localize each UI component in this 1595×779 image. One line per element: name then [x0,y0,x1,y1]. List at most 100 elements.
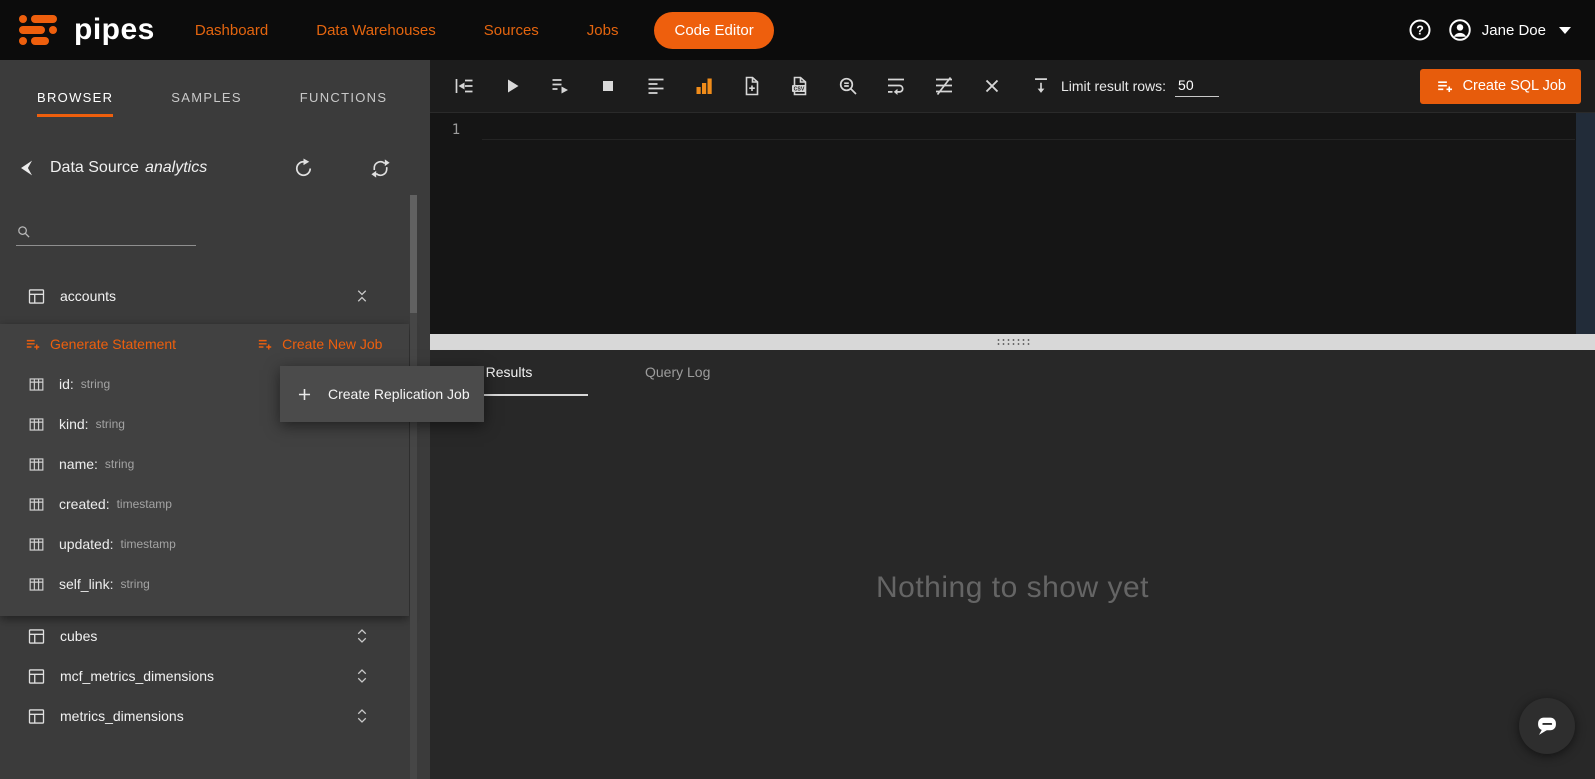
code-editor[interactable]: 1 [430,112,1595,334]
expand-button[interactable] [353,667,371,685]
close-icon [980,74,1004,98]
column-row[interactable]: created: timestamp [0,484,409,524]
code-editor-button[interactable]: Code Editor [654,12,773,49]
datasource-header: Data Source analytics [0,153,430,183]
results-tabs: Results Query Log [430,350,1595,396]
stop-button[interactable] [584,66,632,106]
close-editor-button[interactable] [968,66,1016,106]
table-icon [26,286,47,307]
run-script-button[interactable] [536,66,584,106]
column-icon [27,415,46,434]
code-content[interactable] [482,113,1575,334]
empty-message: Nothing to show yet [876,571,1149,605]
column-icon [27,575,46,594]
refresh-button[interactable] [292,157,315,180]
arrow-back-icon [16,157,38,179]
refresh-icon [292,157,315,180]
chat-button[interactable] [1519,698,1575,754]
tab-browser[interactable]: BROWSER [37,90,113,117]
column-row[interactable]: self_link: string [0,564,409,604]
script-play-icon [548,74,572,98]
column-name: created: [59,496,110,512]
sidebar-search-input[interactable] [40,223,188,239]
sidebar-tabs: BROWSER SAMPLES FUNCTIONS [0,60,430,117]
collapse-panel-button[interactable] [440,66,488,106]
datasource-actions [292,157,430,180]
svg-text:CSV: CSV [794,86,805,92]
create-sql-job-label: Create SQL Job [1463,78,1566,94]
sidebar-scrollbar-thumb[interactable] [410,195,417,313]
collapse-button[interactable] [353,287,371,305]
add-file-icon [740,74,764,98]
play-icon [500,74,524,98]
back-button[interactable] [16,157,38,179]
column-icon [27,535,46,554]
nav-dashboard[interactable]: Dashboard [195,22,268,39]
tree-item-label: metrics_dimensions [60,708,184,724]
line-number: 1 [452,122,460,138]
column-type: string [105,457,134,471]
playlist-add-icon [24,336,41,353]
playlist-add-icon [256,336,273,353]
tree-item-cubes[interactable]: cubes [0,616,430,656]
expand-button[interactable] [353,707,371,725]
editor-area: CSV [430,60,1595,779]
column-type: timestamp [121,537,176,551]
tree-item-accounts[interactable]: accounts [0,276,430,316]
create-sql-job-button[interactable]: Create SQL Job [1420,69,1581,104]
nav-jobs[interactable]: Jobs [587,22,619,39]
sync-button[interactable] [369,157,392,180]
tab-samples[interactable]: SAMPLES [171,90,242,117]
tab-functions[interactable]: FUNCTIONS [300,90,388,117]
column-type: timestamp [117,497,172,511]
column-row[interactable]: updated: timestamp [0,524,409,564]
bar-chart-icon [692,74,716,98]
format-sql-button[interactable] [632,66,680,106]
tab-query-log[interactable]: Query Log [635,350,720,396]
column-name: self_link: [59,576,113,592]
brand-name: pipes [74,15,155,45]
user-menu[interactable]: Jane Doe [1447,17,1571,43]
new-file-button[interactable] [728,66,776,106]
export-csv-button[interactable]: CSV [776,66,824,106]
avatar-icon [1447,17,1473,43]
chat-icon [1532,711,1562,741]
tree-item-metrics-dimensions[interactable]: metrics_dimensions [0,696,430,736]
no-wrap-button[interactable] [920,66,968,106]
word-wrap-button[interactable] [872,66,920,106]
search-query-button[interactable] [824,66,872,106]
tree-item-mcf-metrics-dimensions[interactable]: mcf_metrics_dimensions [0,656,430,696]
pipes-logo-icon [18,13,64,47]
plus-icon [295,385,314,404]
column-type: string [120,577,149,591]
sidebar-scrollbar-track[interactable] [410,195,417,779]
expand-button[interactable] [353,627,371,645]
limit-rows-label: Limit result rows: [1061,78,1166,94]
collapse-left-icon [452,74,476,98]
results-panel: Results Query Log Nothing to show yet [430,350,1595,779]
run-query-button[interactable] [488,66,536,106]
tree-item-label: cubes [60,628,97,644]
help-button[interactable]: ? [1407,17,1433,43]
column-name: id: [59,376,74,392]
chart-button[interactable] [680,66,728,106]
editor-scrollbar[interactable] [1576,113,1595,334]
create-job-menu: Create Replication Job [280,366,484,422]
table-icon [26,626,47,647]
nav-data-warehouses[interactable]: Data Warehouses [316,22,436,39]
align-left-icon [644,74,668,98]
column-name: name: [59,456,98,472]
generate-statement-button[interactable]: Generate Statement [24,336,176,353]
column-row[interactable]: name: string [0,444,409,484]
limit-rows-input[interactable] [1175,75,1219,97]
nav-sources[interactable]: Sources [484,22,539,39]
unfold-more-icon [353,627,371,645]
user-name: Jane Doe [1482,22,1546,39]
svg-text:?: ? [1416,24,1424,38]
menu-item-create-replication-job[interactable]: Create Replication Job [328,386,470,402]
create-new-job-button[interactable]: Create New Job [256,336,382,353]
horizontal-splitter[interactable] [430,334,1595,350]
word-wrap-icon [884,74,908,98]
search-refresh-icon [836,74,860,98]
app-logo[interactable]: pipes [0,13,155,47]
